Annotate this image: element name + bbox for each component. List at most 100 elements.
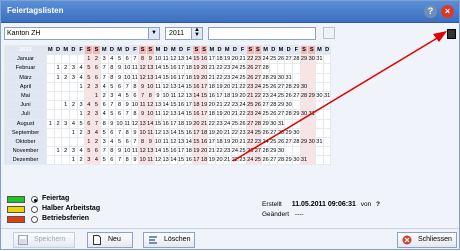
day-cell[interactable]: 28 <box>276 155 286 166</box>
day-cell[interactable]: 1 <box>69 127 78 138</box>
radio-betriebsferien[interactable] <box>31 216 38 223</box>
day-cell[interactable]: 17 <box>192 127 201 138</box>
new-button[interactable]: Neu <box>87 232 133 248</box>
day-cell[interactable]: 21 <box>207 72 217 83</box>
day-cell[interactable]: 5 <box>92 100 101 111</box>
day-cell[interactable]: 11 <box>138 100 147 111</box>
day-cell[interactable]: 24 <box>261 54 270 65</box>
day-cell[interactable]: 26 <box>276 136 286 148</box>
day-cell[interactable]: 11 <box>153 109 163 120</box>
day-cell[interactable]: 2 <box>84 109 94 120</box>
day-cell[interactable]: 9 <box>115 63 124 74</box>
day-cell[interactable]: 3 <box>99 136 109 148</box>
day-cell[interactable]: 28 <box>261 146 270 157</box>
day-cell[interactable]: 7 <box>122 81 132 92</box>
day-cell[interactable]: 28 <box>284 81 293 92</box>
day-cell[interactable]: 1 <box>76 81 86 92</box>
day-cell[interactable]: 29 <box>292 81 301 92</box>
day-cell[interactable]: 8 <box>145 90 155 102</box>
day-cell[interactable]: 16 <box>192 81 201 92</box>
day-cell[interactable]: 7 <box>115 155 124 166</box>
day-cell[interactable]: 18 <box>199 127 209 138</box>
day-cell[interactable]: 15 <box>199 90 209 102</box>
clear-icon[interactable] <box>323 27 335 39</box>
day-cell[interactable]: 6 <box>84 118 94 129</box>
day-cell[interactable]: 18 <box>184 63 194 74</box>
day-cell[interactable]: 2 <box>61 146 71 157</box>
day-cell[interactable]: 14 <box>145 118 155 129</box>
day-cell[interactable]: 12 <box>169 136 178 148</box>
day-cell[interactable]: 24 <box>222 118 232 129</box>
day-cell[interactable]: 17 <box>184 100 194 111</box>
day-cell[interactable]: 15 <box>192 54 201 65</box>
day-cell[interactable]: 4 <box>76 146 86 157</box>
day-cell[interactable]: 27 <box>292 90 301 102</box>
day-cell[interactable]: 14 <box>184 54 194 65</box>
day-cell[interactable]: 11 <box>122 118 132 129</box>
day-cell[interactable]: 5 <box>115 54 124 65</box>
day-cell[interactable]: 5 <box>84 72 94 83</box>
day-cell[interactable]: 6 <box>107 155 117 166</box>
day-cell[interactable]: 26 <box>238 118 247 129</box>
day-cell[interactable]: 29 <box>268 72 278 83</box>
day-cell[interactable]: 14 <box>169 155 178 166</box>
year-stepper[interactable]: 2011 ▲ ▼ <box>165 27 203 40</box>
day-cell[interactable]: 31 <box>276 118 286 129</box>
day-cell[interactable]: 30 <box>268 118 278 129</box>
day-cell[interactable]: 3 <box>92 81 101 92</box>
day-cell[interactable]: 13 <box>161 155 170 166</box>
day-cell[interactable]: 11 <box>161 136 170 148</box>
day-cell[interactable]: 8 <box>130 81 140 92</box>
day-cell[interactable]: 23 <box>230 100 240 111</box>
day-cell[interactable]: 18 <box>199 155 209 166</box>
day-cell[interactable]: 15 <box>176 127 186 138</box>
day-cell[interactable]: 25 <box>253 127 263 138</box>
day-cell[interactable]: 2 <box>84 81 94 92</box>
day-cell[interactable]: 14 <box>169 127 178 138</box>
day-cell[interactable]: 3 <box>99 54 109 65</box>
day-cell[interactable]: 2 <box>92 136 101 148</box>
day-cell[interactable]: 27 <box>253 146 263 157</box>
day-cell[interactable]: 20 <box>215 155 224 166</box>
day-cell[interactable]: 9 <box>138 109 147 120</box>
day-cell[interactable]: 22 <box>215 146 224 157</box>
day-cell[interactable]: 15 <box>184 109 194 120</box>
day-cell[interactable]: 27 <box>276 109 286 120</box>
day-cell[interactable]: 25 <box>268 136 278 148</box>
day-cell[interactable]: 8 <box>130 109 140 120</box>
day-cell[interactable]: 20 <box>199 72 209 83</box>
day-cell[interactable]: 23 <box>238 155 247 166</box>
day-cell[interactable]: 24 <box>238 100 247 111</box>
day-cell[interactable]: 18 <box>176 118 186 129</box>
day-cell[interactable]: 13 <box>145 63 155 74</box>
day-cell[interactable]: 29 <box>284 127 293 138</box>
day-cell[interactable]: 17 <box>215 90 224 102</box>
day-cell[interactable]: 30 <box>276 72 286 83</box>
day-cell[interactable]: 29 <box>292 109 301 120</box>
day-cell[interactable]: 13 <box>176 136 186 148</box>
day-cell[interactable]: 9 <box>107 118 117 129</box>
day-cell[interactable]: 28 <box>284 109 293 120</box>
day-cell[interactable]: 21 <box>215 100 224 111</box>
day-cell[interactable]: 23 <box>215 118 224 129</box>
day-cell[interactable]: 4 <box>69 118 78 129</box>
day-cell[interactable]: 16 <box>184 127 194 138</box>
day-cell[interactable]: 3 <box>69 146 78 157</box>
day-cell[interactable]: 14 <box>184 136 194 148</box>
day-cell[interactable]: 19 <box>215 109 224 120</box>
day-cell[interactable]: 4 <box>107 136 117 148</box>
day-cell[interactable]: 14 <box>192 90 201 102</box>
day-cell[interactable]: 18 <box>222 90 232 102</box>
day-cell[interactable]: 13 <box>138 118 147 129</box>
day-cell[interactable]: 11 <box>161 54 170 65</box>
day-cell[interactable]: 6 <box>92 146 101 157</box>
day-cell[interactable]: 19 <box>230 90 240 102</box>
day-cell[interactable]: 2 <box>99 90 109 102</box>
day-cell[interactable]: 21 <box>230 81 240 92</box>
day-cell[interactable]: 19 <box>199 100 209 111</box>
day-cell[interactable]: 23 <box>253 136 263 148</box>
day-cell[interactable]: 14 <box>153 146 163 157</box>
day-cell[interactable]: 5 <box>122 90 132 102</box>
day-cell[interactable]: 21 <box>238 136 247 148</box>
day-cell[interactable]: 30 <box>299 81 309 92</box>
